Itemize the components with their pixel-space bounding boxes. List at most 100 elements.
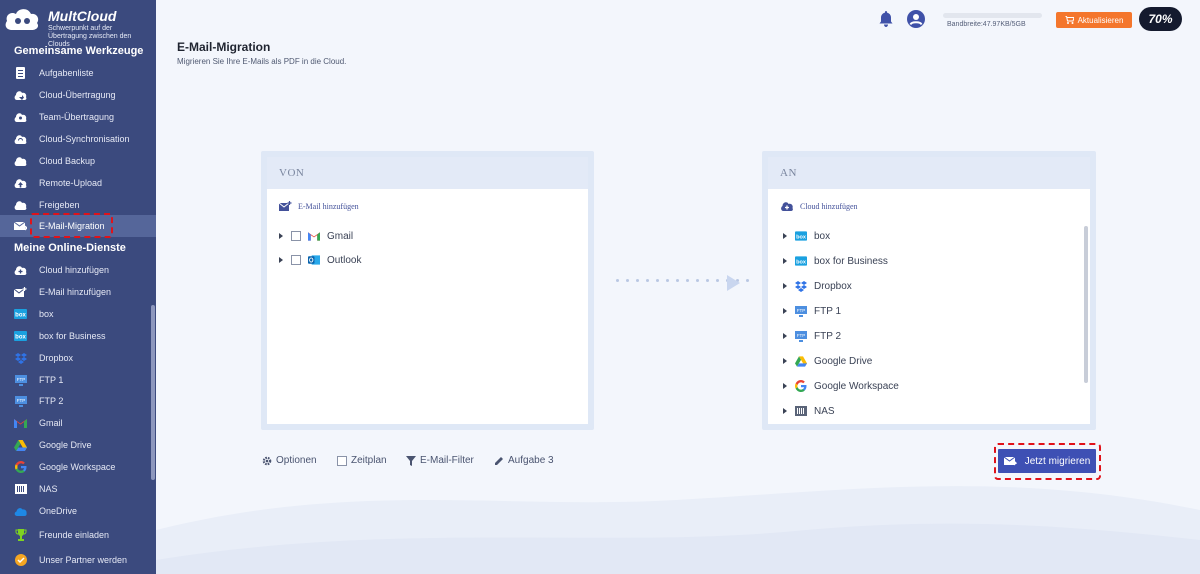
sidebar-item-remote-upload[interactable]: Remote-Upload xyxy=(0,172,156,194)
to-item-box-business[interactable]: box box for Business xyxy=(783,253,888,269)
avatar[interactable] xyxy=(907,10,925,28)
sidebar-item-team-transfer[interactable]: Team-Übertragung xyxy=(0,106,156,128)
sidebar-item-label: Aufgabenliste xyxy=(39,68,94,78)
sidebar-item-google-drive[interactable]: Google Drive xyxy=(0,434,156,456)
google-drive-icon xyxy=(14,439,27,451)
sidebar-item-gmail[interactable]: Gmail xyxy=(0,412,156,434)
schedule-button[interactable]: Zeitplan xyxy=(337,455,387,466)
remote-upload-icon xyxy=(14,177,27,189)
to-item-nas[interactable]: NAS xyxy=(783,403,835,419)
sidebar-item-cloud-backup[interactable]: Cloud Backup xyxy=(0,150,156,172)
to-item-google-drive[interactable]: Google Drive xyxy=(783,353,872,369)
box-icon: box xyxy=(14,308,27,320)
to-item-dropbox[interactable]: Dropbox xyxy=(783,278,852,294)
svg-text:FTP: FTP xyxy=(797,333,806,338)
gmail-icon xyxy=(14,417,27,429)
dropbox-icon xyxy=(14,352,27,364)
checkbox[interactable] xyxy=(291,255,301,265)
sidebar-item-label: OneDrive xyxy=(39,506,78,516)
promo-badge[interactable]: 70% xyxy=(1139,7,1182,31)
sidebar-item-label: FTP 2 xyxy=(39,396,64,406)
sidebar-item-onedrive[interactable]: OneDrive xyxy=(0,500,156,522)
sidebar-item-ftp-1[interactable]: FTP FTP 1 xyxy=(0,369,156,391)
expand-caret-icon[interactable] xyxy=(783,383,787,389)
sidebar-item-label: Google Drive xyxy=(39,440,92,450)
logo[interactable]: MultCloud Schwerpunkt auf der Übertragun… xyxy=(4,4,154,48)
sidebar-item-add-email[interactable]: E-Mail hinzufügen xyxy=(0,281,156,303)
outlook-icon xyxy=(308,254,320,266)
expand-caret-icon[interactable] xyxy=(279,233,283,239)
sidebar-item-aufgabenliste[interactable]: Aufgabenliste xyxy=(0,62,156,84)
to-item-google-workspace[interactable]: Google Workspace xyxy=(783,378,899,394)
from-panel: VON xyxy=(261,151,594,430)
sidebar-item-cloud-transfer[interactable]: Cloud-Übertragung xyxy=(0,84,156,106)
expand-caret-icon[interactable] xyxy=(783,233,787,239)
expand-caret-icon[interactable] xyxy=(279,257,283,263)
bandwidth-bar xyxy=(943,13,1042,18)
sidebar-item-invite-friends[interactable]: Freunde einladen xyxy=(0,524,156,546)
svg-text:box: box xyxy=(796,234,807,240)
add-email-icon xyxy=(14,286,27,298)
sidebar-item-dropbox[interactable]: Dropbox xyxy=(0,347,156,369)
svg-text:FTP: FTP xyxy=(16,398,25,403)
checkbox[interactable] xyxy=(291,231,301,241)
to-item-ftp-1[interactable]: FTP FTP 1 xyxy=(783,303,841,319)
sidebar-item-label: Freigeben xyxy=(39,200,80,210)
sidebar-scrollbar[interactable] xyxy=(151,305,155,480)
sidebar-item-label: box for Business xyxy=(39,331,106,341)
sidebar-item-label: box xyxy=(39,309,54,319)
sidebar-item-box[interactable]: box box xyxy=(0,303,156,325)
svg-text:box: box xyxy=(15,313,26,319)
upgrade-button[interactable]: Aktualisieren xyxy=(1056,12,1132,28)
sidebar-item-google-workspace[interactable]: Google Workspace xyxy=(0,456,156,478)
svg-text:FTP: FTP xyxy=(797,308,806,313)
cart-icon xyxy=(1064,16,1074,24)
to-item-ftp-2[interactable]: FTP FTP 2 xyxy=(783,328,841,344)
to-item-label: Google Drive xyxy=(814,355,873,367)
add-cloud-link[interactable]: Cloud hinzufügen xyxy=(780,201,858,211)
sidebar-item-ftp-2[interactable]: FTP FTP 2 xyxy=(0,390,156,412)
sidebar-item-label: Cloud-Übertragung xyxy=(39,90,116,100)
task-name-button[interactable]: Aufgabe 3 xyxy=(494,455,554,466)
svg-text:box: box xyxy=(796,259,807,265)
task-name-label: Aufgabe 3 xyxy=(508,455,554,466)
team-transfer-icon xyxy=(14,111,27,123)
box-business-icon: box xyxy=(14,330,27,342)
sidebar-item-nas[interactable]: NAS xyxy=(0,478,156,500)
to-panel-scrollbar[interactable] xyxy=(1084,226,1088,383)
add-email-label: E-Mail hinzufügen xyxy=(298,202,359,211)
to-item-box[interactable]: box box xyxy=(783,228,830,244)
svg-text:box: box xyxy=(15,335,26,341)
sidebar-item-partner[interactable]: Unser Partner werden xyxy=(0,549,156,571)
add-email-link[interactable]: E-Mail hinzufügen xyxy=(279,201,359,212)
to-item-label: NAS xyxy=(814,405,835,417)
from-item-gmail[interactable]: Gmail xyxy=(279,228,353,244)
options-button[interactable]: Optionen xyxy=(262,455,317,466)
to-item-label: box for Business xyxy=(814,255,888,267)
schedule-checkbox[interactable] xyxy=(337,455,347,466)
page-title: E-Mail-Migration xyxy=(177,40,271,54)
user-icon xyxy=(909,14,923,26)
ftp-icon: FTP xyxy=(14,374,27,386)
bell-icon[interactable] xyxy=(879,11,893,27)
trophy-icon xyxy=(14,529,27,541)
ftp-icon: FTP xyxy=(795,330,807,342)
sidebar-item-box-business[interactable]: box box for Business xyxy=(0,325,156,347)
bandwidth-text: Bandbreite:47.97KB/5GB xyxy=(947,21,1026,28)
expand-caret-icon[interactable] xyxy=(783,308,787,314)
sidebar-item-cloud-sync[interactable]: Cloud-Synchronisation xyxy=(0,128,156,150)
expand-caret-icon[interactable] xyxy=(783,258,787,264)
email-filter-button[interactable]: E-Mail-Filter xyxy=(406,455,474,466)
expand-caret-icon[interactable] xyxy=(783,358,787,364)
expand-caret-icon[interactable] xyxy=(783,283,787,289)
share-icon xyxy=(14,199,27,211)
from-item-outlook[interactable]: Outlook xyxy=(279,252,361,268)
sidebar-item-add-cloud[interactable]: Cloud hinzufügen xyxy=(0,259,156,281)
sidebar-item-label: Cloud Backup xyxy=(39,156,96,166)
expand-caret-icon[interactable] xyxy=(783,408,787,414)
sidebar-item-label: Cloud-Synchronisation xyxy=(39,134,130,144)
svg-text:FTP: FTP xyxy=(16,377,25,382)
sidebar-item-label: Cloud hinzufügen xyxy=(39,265,110,275)
to-item-label: FTP 2 xyxy=(814,330,842,342)
expand-caret-icon[interactable] xyxy=(783,333,787,339)
